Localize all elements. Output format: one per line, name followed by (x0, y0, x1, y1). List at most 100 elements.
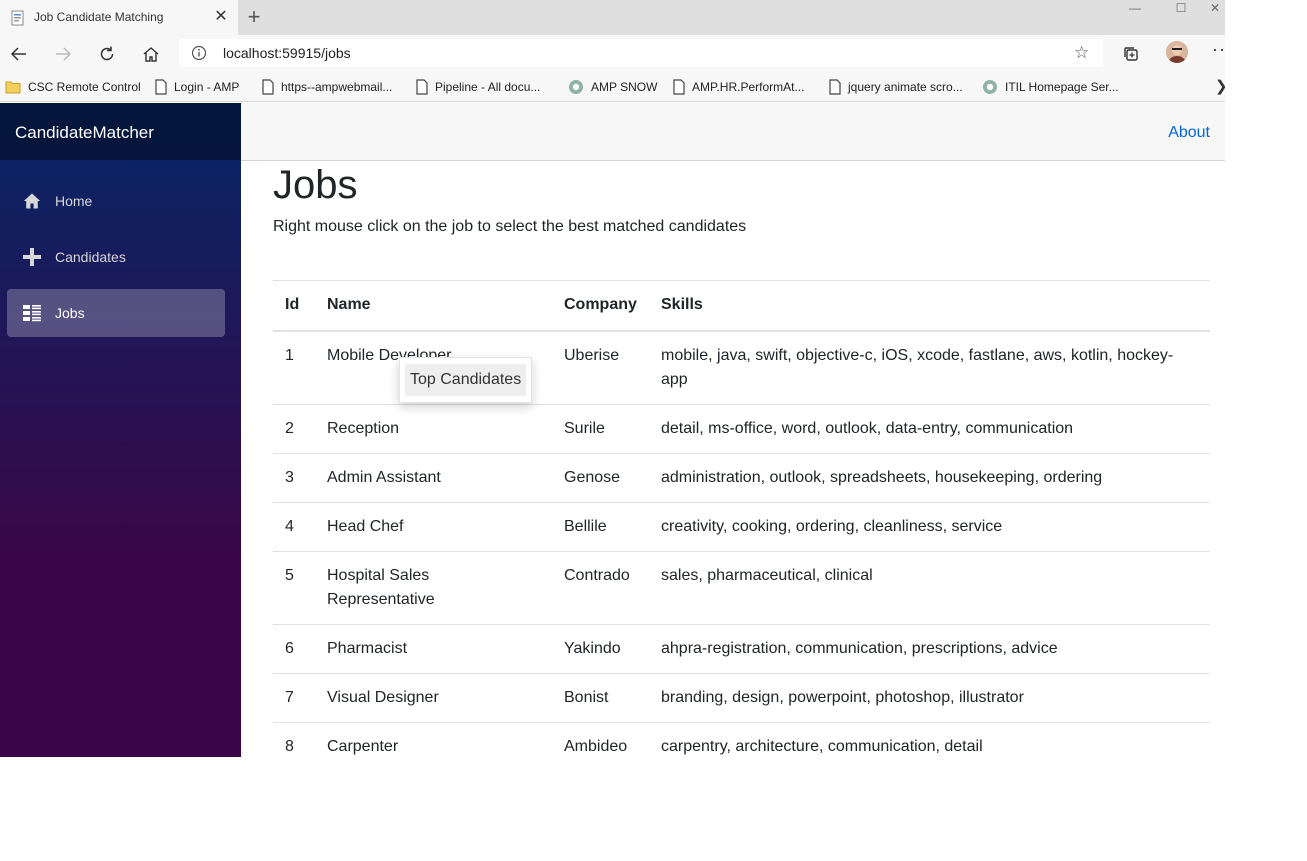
column-header-name: Name (315, 280, 552, 332)
bookmark-item[interactable]: jquery animate scro... (829, 78, 963, 96)
context-menu-item-top-candidates[interactable]: Top Candidates (405, 364, 526, 396)
bookmark-label: jquery animate scro... (848, 80, 963, 94)
cell-skills: carpentry, architecture, communication, … (649, 721, 1210, 757)
cell-company: Bellile (552, 501, 649, 551)
about-link[interactable]: About (1168, 124, 1210, 142)
cell-id: 5 (273, 550, 315, 624)
bookmark-item[interactable]: Login - AMP (155, 78, 239, 96)
cell-id: 6 (273, 623, 315, 673)
bookmark-item[interactable]: AMP.HR.PerformAt... (673, 78, 804, 96)
address-url: localhost:59915/jobs (223, 45, 351, 61)
plus-icon (22, 247, 42, 267)
brand-link[interactable]: CandidateMatcher (15, 123, 154, 143)
bookmark-label: ITIL Homepage Ser... (1005, 80, 1119, 94)
home-button[interactable] (138, 41, 164, 67)
bookmark-label: Pipeline - All docu... (435, 80, 541, 94)
cell-id: 8 (273, 721, 315, 757)
cell-name: Admin Assistant (315, 452, 552, 502)
window-close-button[interactable]: ✕ (1210, 0, 1225, 18)
cell-name: Carpenter (315, 721, 552, 757)
tab-title: Job Candidate Matching (34, 10, 164, 24)
browser-toolbar: localhost:59915/jobs ☆ ··· (0, 35, 1225, 72)
cell-company: Yakindo (552, 623, 649, 673)
page-title: Jobs (273, 163, 358, 207)
globe-icon (569, 80, 583, 94)
page-icon (673, 79, 685, 95)
context-menu: Top Candidates (399, 357, 532, 403)
cell-name: Head Chef (315, 501, 552, 551)
bookmarks-overflow-button[interactable]: ❯ (1215, 77, 1225, 95)
address-bar[interactable]: localhost:59915/jobs ☆ (179, 39, 1103, 67)
new-tab-button[interactable]: + (244, 6, 264, 28)
page-icon (829, 79, 841, 95)
bookmark-item[interactable]: CSC Remote Control (5, 78, 141, 96)
profile-avatar[interactable] (1166, 41, 1188, 63)
cell-company: Contrado (552, 550, 649, 624)
bookmark-label: https--ampwebmail... (281, 80, 393, 94)
column-header-company: Company (552, 280, 649, 332)
cell-company: Genose (552, 452, 649, 502)
bookmark-label: CSC Remote Control (28, 80, 141, 94)
top-row: About (241, 103, 1225, 161)
table-row[interactable]: 3 Admin Assistant Genose administration,… (273, 452, 1210, 502)
page-description: Right mouse click on the job to select t… (273, 218, 747, 235)
bookmark-item[interactable]: Pipeline - All docu... (416, 78, 540, 96)
cell-id: 1 (273, 330, 315, 404)
sidebar-item-label: Jobs (55, 305, 85, 321)
sidebar-item-jobs[interactable]: Jobs (7, 289, 225, 337)
maximize-button[interactable]: ☐ (1166, 0, 1196, 18)
cell-company: Surile (552, 403, 649, 453)
browser-tab[interactable]: Job Candidate Matching ✕ (0, 0, 238, 35)
table-row[interactable]: 7 Visual Designer Bonist branding, desig… (273, 672, 1210, 722)
refresh-button[interactable] (94, 41, 120, 67)
cell-skills: mobile, java, swift, objective-c, iOS, x… (649, 330, 1210, 404)
cell-skills: branding, design, powerpoint, photoshop,… (649, 672, 1210, 722)
tab-close-button[interactable]: ✕ (212, 8, 230, 26)
collections-button[interactable] (1120, 43, 1142, 65)
table-row[interactable]: 6 Pharmacist Yakindo ahpra-registration,… (273, 623, 1210, 673)
sidebar: CandidateMatcher Home Candidates Jobs (0, 103, 241, 757)
forward-button[interactable] (50, 41, 76, 67)
bookmark-item[interactable]: ITIL Homepage Ser... (982, 78, 1119, 96)
cell-id: 4 (273, 501, 315, 551)
bookmark-label: Login - AMP (174, 80, 240, 94)
table-row[interactable]: 4 Head Chef Bellile creativity, cooking,… (273, 501, 1210, 551)
minimize-button[interactable]: — (1120, 0, 1150, 18)
table-row[interactable]: 2 Reception Surile detail, ms-office, wo… (273, 403, 1210, 453)
page-icon (262, 79, 274, 95)
page-icon (155, 79, 167, 95)
tab-strip: Job Candidate Matching ✕ + — ☐ ✕ (0, 0, 1225, 35)
bookmark-item[interactable]: https--ampwebmail... (262, 78, 392, 96)
star-icon[interactable]: ☆ (1074, 43, 1089, 63)
screen: Job Candidate Matching ✕ + — ☐ ✕ localho… (0, 0, 1307, 861)
back-arrow-icon (10, 47, 26, 61)
more-menu-button[interactable]: ··· (1212, 39, 1225, 60)
brand-bar: CandidateMatcher (0, 103, 241, 160)
folder-icon (5, 81, 21, 94)
back-button[interactable] (6, 41, 32, 67)
jobs-table: Id Name Company Skills 1 Mobile Develope… (273, 280, 1210, 757)
bookmark-label: AMP SNOW (591, 80, 658, 94)
sidebar-item-candidates[interactable]: Candidates (7, 233, 225, 281)
app-root: CandidateMatcher Home Candidates Jobs Ab… (0, 103, 1225, 757)
cell-id: 7 (273, 672, 315, 722)
cell-name: Reception (315, 403, 552, 453)
cell-skills: ahpra-registration, communication, presc… (649, 623, 1210, 673)
table-row[interactable]: 8 Carpenter Ambideo carpentry, architect… (273, 721, 1210, 757)
globe-icon (983, 80, 997, 94)
cell-company: Uberise (552, 330, 649, 404)
refresh-icon (100, 46, 114, 61)
cell-id: 2 (273, 403, 315, 453)
page-icon (416, 79, 428, 95)
table-row[interactable]: 5 Hospital Sales Representative Contrado… (273, 550, 1210, 624)
info-icon[interactable] (191, 45, 207, 61)
bookmark-item[interactable]: AMP SNOW (568, 78, 657, 96)
bookmarks-bar: CSC Remote Control Login - AMP https--am… (0, 72, 1225, 102)
column-header-id: Id (273, 280, 315, 332)
forward-arrow-icon (56, 47, 72, 61)
table-header-row: Id Name Company Skills (273, 280, 1210, 332)
browser-window: Job Candidate Matching ✕ + — ☐ ✕ localho… (0, 0, 1225, 757)
sidebar-item-label: Candidates (55, 249, 126, 265)
sidebar-item-home[interactable]: Home (7, 177, 225, 225)
cell-skills: detail, ms-office, word, outlook, data-e… (649, 403, 1210, 453)
